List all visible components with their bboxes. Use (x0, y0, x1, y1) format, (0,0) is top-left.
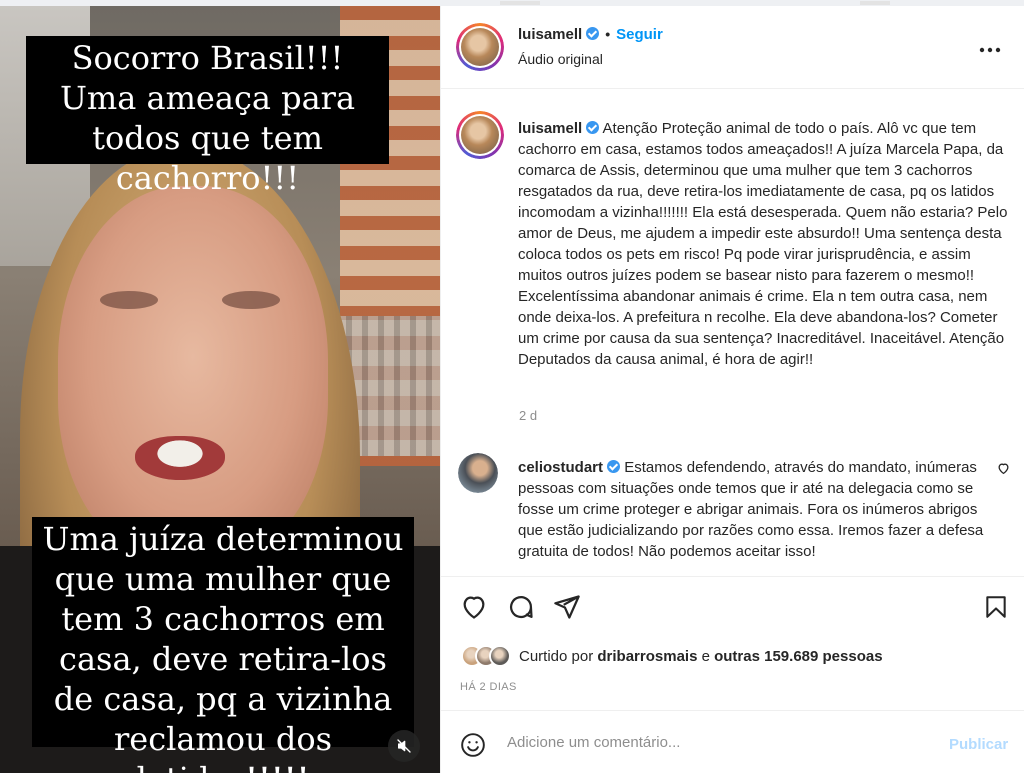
share-button[interactable] (553, 593, 581, 626)
heart-icon (463, 596, 485, 619)
verified-badge-icon (607, 460, 621, 473)
publish-button[interactable]: Publicar (949, 736, 1008, 753)
emoji-icon (461, 733, 485, 757)
more-options-icon (979, 47, 1001, 53)
video-caption-top: Socorro Brasil!!! Uma ameaça para todos … (26, 36, 389, 197)
post-details-panel: luisamell • Seguir Áudio original luisamel… (440, 6, 1024, 773)
audio-link[interactable]: Áudio original (518, 51, 603, 67)
comment-item: celiostudart Estamos defendendo, através… (518, 457, 988, 562)
caption-timestamp[interactable]: 2 d (519, 408, 537, 423)
header-separator: • (605, 26, 611, 42)
emoji-button[interactable] (460, 732, 486, 763)
bookmark-icon (986, 596, 1006, 618)
comment-icon (509, 596, 533, 619)
comment-input[interactable] (507, 734, 927, 751)
likes-prefix: Curtido por (519, 647, 594, 665)
likes-summary: Curtido por dribarrosmais e outras 159.6… (461, 644, 883, 668)
verified-badge-icon (586, 27, 600, 40)
post-caption: luisamell Atenção Proteção animal de tod… (518, 118, 1008, 370)
video-person-mouth (135, 436, 225, 480)
video-caption-bottom: Uma juíza determinou que uma mulher que … (32, 517, 414, 773)
mute-button[interactable] (388, 730, 420, 762)
caption-username[interactable]: luisamell (518, 120, 582, 137)
video-person-face (58, 186, 328, 566)
video-person-eye (222, 291, 280, 309)
add-comment-bar: Publicar (441, 710, 1024, 773)
heart-icon (998, 463, 1009, 475)
comment-like-button[interactable] (997, 462, 1010, 480)
post-actions-bar (441, 576, 1024, 644)
post-header: luisamell • Seguir Áudio original (441, 6, 1024, 89)
caption-author-avatar[interactable] (456, 111, 504, 159)
likes-user-link[interactable]: dribarrosmais (597, 648, 697, 665)
liker-avatar[interactable] (489, 645, 511, 667)
comment-button[interactable] (507, 593, 535, 626)
follow-button[interactable]: Seguir (616, 26, 663, 43)
likes-others-link[interactable]: outras 159.689 pessoas (714, 648, 882, 665)
like-button[interactable] (460, 593, 488, 626)
speaker-muted-icon (397, 739, 411, 753)
save-button[interactable] (983, 593, 1009, 626)
likes-text: Curtido por dribarrosmais e outras 159.6… (519, 648, 883, 665)
post-age[interactable]: HÁ 2 DIAS (460, 681, 517, 693)
author-avatar[interactable] (456, 23, 504, 71)
commenter-username[interactable]: celiostudart (518, 459, 603, 476)
video-person-eye (100, 291, 158, 309)
post-video[interactable]: Socorro Brasil!!! Uma ameaça para todos … (0, 6, 440, 773)
paper-plane-icon (554, 595, 580, 619)
comment-scroll-area[interactable]: celiostudart Estamos defendendo, através… (441, 446, 1024, 576)
more-options-button[interactable] (979, 36, 1001, 59)
caption-text: Atenção Proteção animal de todo o país. … (518, 120, 1008, 368)
author-username[interactable]: luisamell (518, 26, 582, 43)
verified-badge-icon (586, 121, 600, 134)
likes-joiner: e (701, 647, 710, 665)
